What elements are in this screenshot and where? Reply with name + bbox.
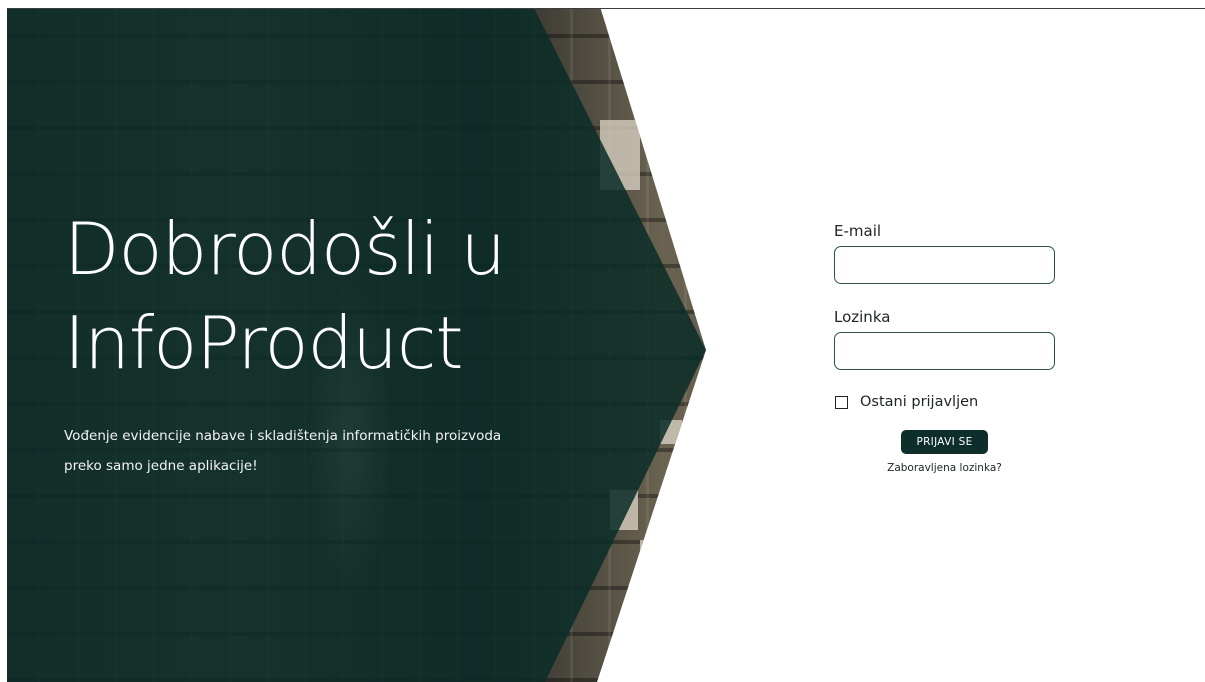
welcome-title: Dobrodošli u InfoProduct (64, 207, 506, 385)
email-input[interactable] (834, 246, 1055, 284)
login-form: E-mail Lozinka Ostani prijavljen PRIJAVI… (834, 222, 1094, 474)
remember-me-label[interactable]: Ostani prijavljen (860, 394, 978, 410)
email-label: E-mail (834, 222, 882, 240)
left-margin (0, 0, 7, 682)
remember-me-checkbox[interactable] (835, 395, 848, 409)
welcome-subtitle: Vođenje evidencije nabave i skladištenja… (64, 428, 502, 474)
email-group: E-mail (834, 222, 1094, 284)
form-actions: PRIJAVI SE Zaboravljena lozinka? (834, 430, 1055, 474)
password-input[interactable] (834, 332, 1055, 370)
password-group: Lozinka (834, 308, 1094, 370)
login-button[interactable]: PRIJAVI SE (901, 430, 988, 454)
forgot-password-link[interactable]: Zaboravljena lozinka? (834, 462, 1055, 474)
login-page: Dobrodošli u InfoProduct Vođenje evidenc… (0, 0, 1205, 682)
password-label: Lozinka (834, 308, 891, 326)
top-divider (0, 0, 1205, 9)
remember-me-row[interactable]: Ostani prijavljen (835, 394, 1094, 410)
